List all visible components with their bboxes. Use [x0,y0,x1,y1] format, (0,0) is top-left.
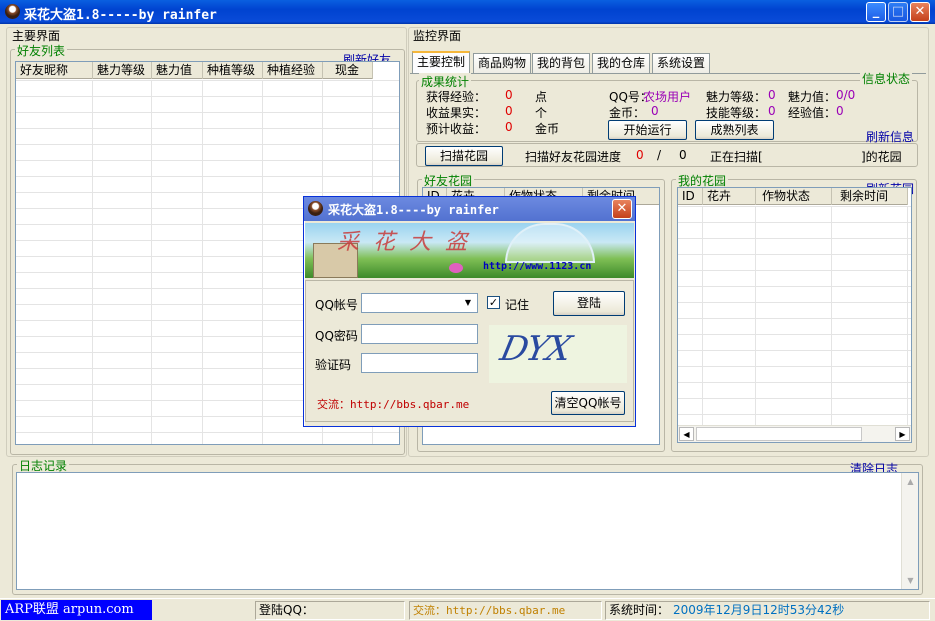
mg-col-status[interactable]: 作物状态 [756,188,832,205]
app-icon [5,4,20,19]
log-vscroll[interactable]: ▲ ▼ [901,473,918,589]
captcha-label: 验证码 [315,358,352,372]
scan-garden-button[interactable]: 扫描花园 [425,146,503,166]
income-label: 预计收益： [426,122,487,136]
info-status-title: 信息状态 [860,70,913,87]
scan-current: 0 [636,148,644,162]
exchange-status: 交流：http://bbs.qbar.me [409,601,602,620]
income-unit: 金币 [535,122,560,136]
my-garden-list[interactable]: ID 花卉 作物状态 剩余时间 ◀ ▶ [677,187,912,443]
col-cash[interactable]: 现金 [323,62,373,79]
col-plant-exp[interactable]: 种植经验 [263,62,323,79]
tab-backpack[interactable]: 我的背包 [532,53,591,73]
col-charm[interactable]: 魅力值 [152,62,203,79]
scroll-up-icon[interactable]: ▲ [903,474,918,489]
exp-unit: 点 [535,90,548,104]
check-icon: ✓ [488,296,499,309]
minimize-icon: _ [872,4,880,19]
scroll-left-icon[interactable]: ◀ [679,427,694,441]
qq-password-input[interactable] [361,324,478,344]
remember-checkbox[interactable]: ✓ [487,296,500,309]
chevron-down-icon[interactable]: ▼ [460,295,476,311]
col-nickname[interactable]: 好友昵称 [16,62,93,79]
login-qq-status: 登陆QQ： [255,601,405,620]
log-textarea[interactable]: ▲ ▼ [16,472,919,590]
brand-label: ARP联盟 arpun.com [1,600,152,620]
time-value: 2009年12月9日12时53分42秒 [670,601,930,620]
col-charm-level[interactable]: 魅力等级 [93,62,152,79]
banner-image: 采花大盗 http://www.1123.cn [305,223,634,278]
scanning-label: 正在扫描[ [710,150,763,164]
maximize-button[interactable]: □ [888,2,908,22]
captcha-text: DYX [496,329,574,369]
mg-col-remaining[interactable]: 剩余时间 [832,188,908,205]
captcha-input[interactable] [361,353,478,373]
scroll-down-icon[interactable]: ▼ [903,573,918,588]
banner-logo: 采花大盗 [337,230,482,255]
charm-label: 魅力值： [788,90,837,104]
col-plant-level[interactable]: 种植等级 [203,62,263,79]
scanning-suffix: ]的花园 [861,150,902,164]
income-value: 0 [505,120,513,134]
mg-col-id[interactable]: ID [678,188,703,205]
remember-label: 记住 [505,298,530,312]
tab-warehouse[interactable]: 我的仓库 [592,53,651,73]
close-icon: ✕ [616,201,628,216]
dialog-title-bar[interactable]: 采花大盗1.8----by rainfer ✕ [304,197,635,221]
qq-account-label: QQ帐号 [315,298,358,312]
scan-separator: / [657,148,662,162]
dialog-title: 采花大盗1.8----by rainfer [328,203,499,217]
fruit-unit: 个 [535,106,548,120]
exp-value: 0 [505,88,513,102]
title-bar[interactable]: 采花大盗1.8-----by rainfer _ □ ✕ [0,0,935,24]
banner-url: http://www.1123.cn [483,261,592,272]
charm-level-label: 魅力等级： [706,90,767,104]
my-garden-hscroll[interactable]: ◀ ▶ [678,425,911,442]
fruit-value: 0 [505,104,513,118]
skill-value: 0 [768,104,776,118]
friends-group-title: 好友列表 [15,42,68,59]
qq-password-label: QQ密码 [315,329,358,343]
clear-qq-button[interactable]: 清空QQ帐号 [551,391,625,415]
charm-value: 0/0 [836,88,856,102]
xp-label: 经验值： [788,106,837,120]
mg-col-flower[interactable]: 花卉 [703,188,756,205]
login-dialog: 采花大盗1.8----by rainfer ✕ 采花大盗 http://www.… [303,196,636,427]
tab-main-control[interactable]: 主要控制 [412,51,471,73]
charm-level-value: 0 [768,88,776,102]
dialog-close-button[interactable]: ✕ [612,199,632,219]
window-title: 采花大盗1.8-----by rainfer [24,8,217,23]
monitor-panel-title: 监控界面 [413,29,462,43]
flower-icon [449,263,463,273]
xp-value: 0 [836,104,844,118]
minimize-button[interactable]: _ [866,2,886,22]
exp-label: 获得经验： [426,90,487,104]
tab-shopping[interactable]: 商品购物 [473,53,532,73]
captcha-image[interactable]: DYX [489,325,627,383]
maximize-icon: □ [891,4,905,19]
gold-value: 0 [651,104,659,118]
h-scroll-thumb[interactable] [696,427,862,441]
gold-label: 金币： [609,106,646,120]
qq-account-select[interactable]: ▼ [361,293,478,313]
scan-total: 0 [679,148,687,162]
dialog-app-icon [308,201,323,216]
start-button[interactable]: 开始运行 [608,120,687,140]
tab-settings[interactable]: 系统设置 [652,53,711,73]
login-button[interactable]: 登陆 [553,291,625,316]
scan-progress-label: 扫描好友花园进度 [525,150,622,164]
banner-gazebo [505,223,595,263]
fruit-label: 收益果实： [426,106,487,120]
dialog-exchange-link[interactable]: 交流：http://bbs.qbar.me [317,396,469,412]
close-icon: ✕ [914,4,926,19]
scroll-right-icon[interactable]: ▶ [895,427,910,441]
qq-value: 农场用户 [643,90,692,104]
mature-list-button[interactable]: 成熟列表 [695,120,774,140]
time-label: 系统时间： [605,601,671,620]
skill-label: 技能等级： [706,106,767,120]
close-button[interactable]: ✕ [910,2,930,22]
